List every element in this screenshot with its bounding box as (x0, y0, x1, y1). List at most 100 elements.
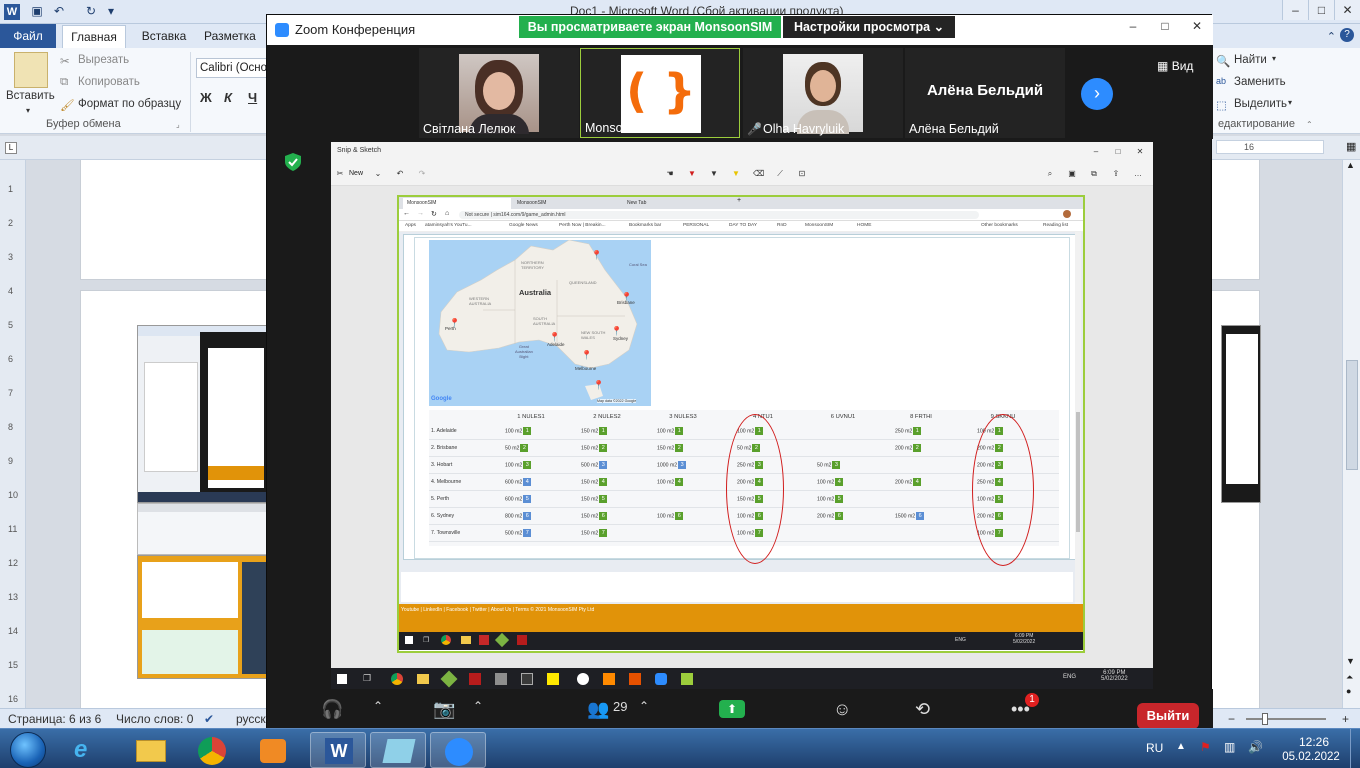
table-cell[interactable]: 100 m2 1 (505, 427, 532, 435)
video-off-icon[interactable]: 📷 (433, 699, 455, 720)
scrollbar-thumb[interactable] (1076, 412, 1080, 532)
bookmark-item[interactable]: Google News (509, 223, 538, 228)
table-cell[interactable]: 600 m2 4 (505, 478, 532, 486)
back-icon[interactable]: ← (403, 210, 410, 217)
table-cell[interactable]: 800 m2 6 (505, 512, 532, 520)
taskbar-app-explorer[interactable] (122, 732, 178, 768)
table-cell[interactable]: 100 m2 1 (657, 427, 684, 435)
bold-button[interactable]: Ж (200, 90, 212, 105)
touch-writing-icon[interactable]: ☚ (665, 169, 675, 179)
maximize-button[interactable]: □ (1308, 0, 1334, 20)
vertical-scrollbar[interactable]: ▲ ▼ ⏶ ● (1342, 160, 1360, 708)
more-options-icon[interactable]: … (1133, 169, 1143, 179)
copy-icon[interactable]: ⧉ (1089, 169, 1099, 179)
minimize-button[interactable]: – (1282, 0, 1308, 20)
windows-start-icon[interactable] (337, 674, 347, 684)
tray-expand-icon[interactable]: ▲ (1176, 741, 1186, 752)
format-painter-button[interactable]: Формат по образцу (78, 98, 181, 110)
task-view-icon[interactable]: ❐ (423, 636, 429, 644)
taskbar-app-zoom[interactable] (430, 732, 486, 768)
page-count[interactable]: Страница: 6 из 6 (8, 712, 101, 726)
tab-selector-icon[interactable]: L (5, 142, 17, 154)
show-desktop-button[interactable] (1350, 729, 1360, 768)
bookmark-folder[interactable]: RnD (777, 223, 787, 228)
participant-tile[interactable]: Світлана Лелюк (419, 48, 579, 138)
table-cell[interactable]: 100 m2 4 (657, 478, 684, 486)
share-screen-icon[interactable]: ⬆ (719, 700, 745, 718)
filezilla-icon[interactable] (517, 635, 527, 645)
view-options-button[interactable]: Настройки просмотра ⌄ (783, 16, 955, 38)
tray-language[interactable]: ENG (955, 637, 966, 643)
taskbar-app-word[interactable]: W (310, 732, 366, 768)
app-icon[interactable] (479, 635, 489, 645)
clipboard-launcher-icon[interactable]: ⌟ (176, 120, 180, 129)
new-tab-icon[interactable]: + (737, 197, 741, 204)
leave-meeting-button[interactable]: Выйти (1137, 703, 1199, 729)
map-marker-icon[interactable]: 📍 (611, 326, 622, 337)
chrome-icon[interactable] (391, 673, 403, 685)
profile-avatar[interactable] (1063, 210, 1071, 218)
participants-icon[interactable]: 👥 (587, 699, 609, 720)
tab-file[interactable]: Файл (0, 24, 56, 48)
zoom-icon[interactable] (655, 673, 667, 685)
bookmark-folder[interactable]: PERSONAL (683, 223, 709, 228)
table-cell[interactable]: 600 m2 5 (505, 495, 532, 503)
share-icon[interactable]: ⇪ (1111, 169, 1121, 179)
map-marker-icon[interactable]: 📍 (593, 380, 604, 391)
table-cell[interactable]: 200 m2 4 (895, 478, 922, 486)
table-cell[interactable]: 1000 m2 3 (657, 461, 687, 469)
scroll-down-icon[interactable]: ▼ (1346, 656, 1355, 666)
pencil-icon[interactable]: ▼ (709, 169, 719, 179)
ruler-icon[interactable]: ⟋ (775, 169, 785, 179)
replace-button[interactable]: Заменить (1234, 76, 1286, 88)
start-button[interactable] (10, 732, 46, 768)
table-cell[interactable]: 200 m2 6 (817, 512, 844, 520)
crop-icon[interactable]: ⊡ (797, 169, 807, 179)
table-cell[interactable]: 150 m2 4 (581, 478, 608, 486)
table-cell[interactable]: 500 m2 7 (505, 529, 532, 537)
app-icon[interactable] (629, 673, 641, 685)
scrollbar-thumb[interactable] (1346, 360, 1358, 470)
reactions-icon[interactable]: ☺ (833, 699, 851, 720)
tab-home[interactable]: Главная (62, 25, 126, 48)
tab-insert[interactable]: Вставка (134, 24, 194, 48)
filezilla-icon[interactable] (469, 673, 481, 685)
word-count[interactable]: Число слов: 0 (116, 712, 193, 726)
zoom-out-icon[interactable]: − (1228, 712, 1235, 726)
table-cell[interactable]: 200 m2 2 (895, 444, 922, 452)
app-icon[interactable] (440, 670, 458, 688)
table-cell[interactable]: 100 m2 5 (817, 495, 844, 503)
participant-tile-active-speaker[interactable]: ( } MonsoonSIM (580, 48, 740, 138)
tray-flag-icon[interactable]: ⚑ (1200, 740, 1211, 754)
table-cell[interactable]: 150 m2 7 (581, 529, 608, 537)
proofing-icon[interactable]: ✔ (204, 712, 214, 726)
windows-start-icon[interactable] (405, 636, 413, 644)
zoom-in-icon[interactable]: + (1342, 712, 1349, 726)
prev-page-icon[interactable]: ⏶ (1346, 672, 1353, 683)
close-button[interactable]: ✕ (1334, 0, 1360, 20)
table-cell[interactable]: 100 m2 4 (817, 478, 844, 486)
map-marker-icon[interactable]: 📍 (621, 292, 632, 303)
task-view-icon[interactable]: ❐ (363, 673, 371, 684)
minimize-button[interactable]: – (1117, 15, 1149, 37)
audio-options-chevron-icon[interactable]: ⌃ (373, 699, 383, 713)
tray-language[interactable]: ENG (1063, 674, 1076, 680)
sublime-icon[interactable] (603, 673, 615, 685)
security-shield-icon[interactable] (285, 153, 301, 171)
redo-icon[interactable]: ↷ (417, 169, 427, 179)
taskbar-app-media[interactable] (244, 732, 300, 768)
map-marker-icon[interactable]: 📍 (549, 332, 560, 343)
browser-tab[interactable]: New Tab (623, 198, 731, 209)
eraser-icon[interactable]: ⌫ (753, 169, 764, 179)
ribbon-collapse-icon[interactable]: ⌃ (1327, 30, 1336, 43)
keyboard-language[interactable]: RU (1146, 741, 1163, 755)
app-icon[interactable] (547, 673, 559, 685)
bookmark-item[interactable]: ataminsyah's YouTu... (425, 223, 472, 228)
audio-headphones-icon[interactable]: 🎧 (321, 699, 343, 720)
save-icon[interactable]: ▣ (30, 4, 44, 18)
reading-list[interactable]: Reading list (1043, 223, 1068, 228)
table-cell[interactable]: 50 m2 2 (505, 444, 529, 452)
chevron-down-icon[interactable]: ⌄ (373, 169, 383, 179)
bookmark-folder[interactable]: MonsoonSIM (805, 223, 833, 228)
quick-access-dropdown-icon[interactable]: ▾ (104, 4, 118, 18)
